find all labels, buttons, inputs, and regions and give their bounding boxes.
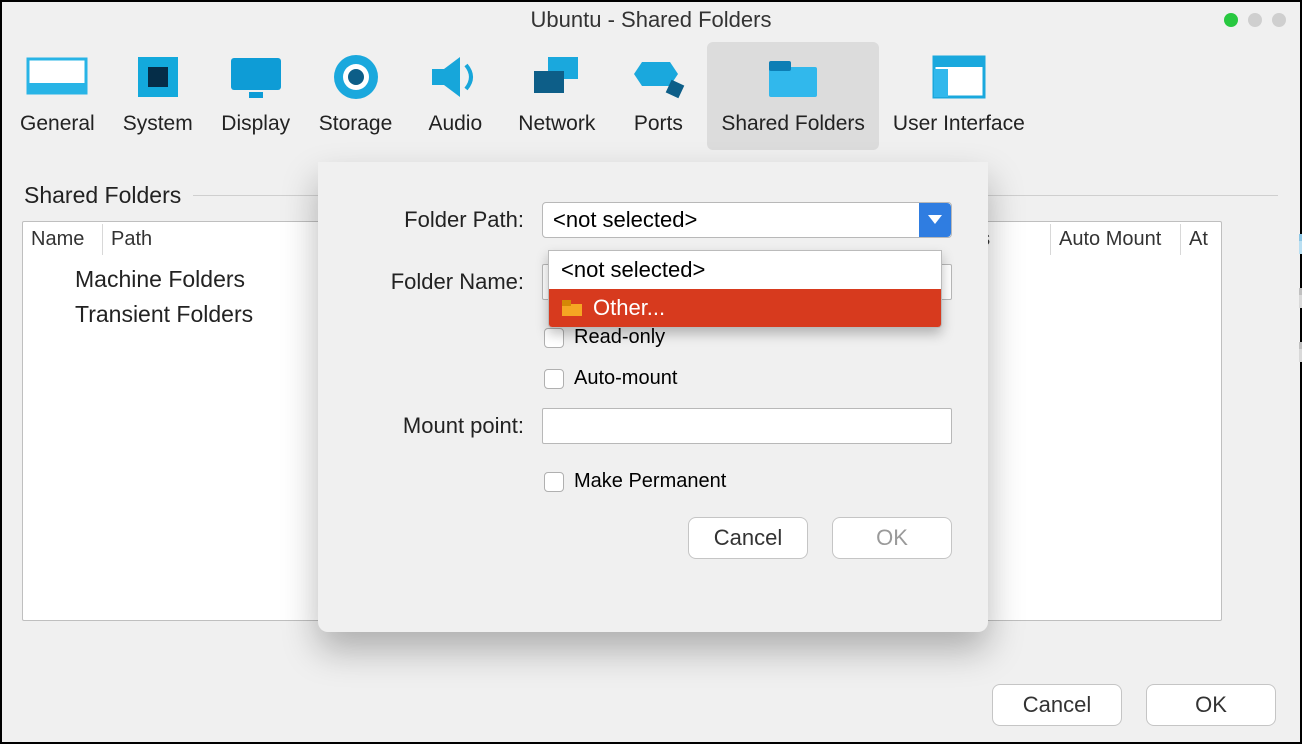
tab-audio[interactable]: Audio xyxy=(406,42,504,150)
tab-audio-label: Audio xyxy=(428,112,482,136)
tab-user-interface[interactable]: User Interface xyxy=(879,42,1039,150)
settings-toolbar: General System Display Storage Audio Net… xyxy=(2,38,1300,150)
label-read-only: Read-only xyxy=(574,326,665,349)
label-auto-mount: Auto-mount xyxy=(574,367,677,390)
main-button-row: Cancel OK xyxy=(992,684,1276,726)
option-not-selected-label: <not selected> xyxy=(561,257,705,283)
folder-icon xyxy=(561,299,583,317)
row-auto-mount: Auto-mount xyxy=(544,367,952,390)
label-folder-path: Folder Path: xyxy=(354,207,524,233)
main-ok-button[interactable]: OK xyxy=(1146,684,1276,726)
option-other-label: Other... xyxy=(593,295,665,321)
tab-display[interactable]: Display xyxy=(207,42,305,150)
combo-folder-path-wrap: <not selected> xyxy=(542,202,952,238)
option-not-selected[interactable]: <not selected> xyxy=(549,251,941,289)
tab-shared-folders-label: Shared Folders xyxy=(721,112,865,136)
edit-folder-button[interactable] xyxy=(1294,281,1302,317)
dialog-ok-button[interactable]: OK xyxy=(832,517,952,559)
col-auto-mount[interactable]: Auto Mount xyxy=(1051,224,1181,255)
tab-display-label: Display xyxy=(221,112,290,136)
audio-icon xyxy=(420,48,490,106)
main-cancel-button[interactable]: Cancel xyxy=(992,684,1122,726)
ports-icon xyxy=(623,48,693,106)
traffic-light-grey-1[interactable] xyxy=(1248,13,1262,27)
window-title: Ubuntu - Shared Folders xyxy=(531,7,772,33)
tab-shared-folders[interactable]: Shared Folders xyxy=(707,42,879,150)
add-share-dialog: Folder Path: <not selected> <not selecte… xyxy=(318,162,988,632)
tab-storage[interactable]: Storage xyxy=(305,42,407,150)
label-folder-name: Folder Name: xyxy=(354,269,524,295)
row-make-permanent: Make Permanent xyxy=(544,470,952,493)
network-icon xyxy=(522,48,592,106)
input-mount-point[interactable] xyxy=(542,408,952,444)
row-folder-path: Folder Path: <not selected> xyxy=(354,202,952,238)
row-mount-point: Mount point: xyxy=(354,408,952,444)
col-at[interactable]: At xyxy=(1181,224,1221,255)
display-icon xyxy=(221,48,291,106)
tab-system[interactable]: System xyxy=(109,42,207,150)
dialog-button-row: Cancel OK xyxy=(354,517,952,559)
chevron-down-icon xyxy=(919,203,951,237)
row-read-only: Read-only xyxy=(544,326,952,349)
option-other[interactable]: Other... xyxy=(549,289,941,327)
section-title: Shared Folders xyxy=(24,182,181,209)
checkbox-make-permanent[interactable] xyxy=(544,472,564,492)
tab-ports[interactable]: Ports xyxy=(609,42,707,150)
tab-storage-label: Storage xyxy=(319,112,393,136)
shared-folders-icon xyxy=(758,48,828,106)
dialog-cancel-button[interactable]: Cancel xyxy=(688,517,808,559)
window-controls xyxy=(1224,13,1286,27)
tab-ports-label: Ports xyxy=(634,112,683,136)
combo-selected-value: <not selected> xyxy=(553,207,697,233)
user-interface-icon xyxy=(924,48,994,106)
storage-icon xyxy=(321,48,391,106)
tab-general-label: General xyxy=(20,112,95,136)
tab-general[interactable]: General xyxy=(6,42,109,150)
title-bar: Ubuntu - Shared Folders xyxy=(2,2,1300,38)
system-icon xyxy=(123,48,193,106)
label-mount-point: Mount point: xyxy=(354,413,524,439)
tab-network-label: Network xyxy=(518,112,595,136)
label-make-permanent: Make Permanent xyxy=(574,470,726,493)
tab-system-label: System xyxy=(123,112,193,136)
traffic-light-green[interactable] xyxy=(1224,13,1238,27)
checkbox-auto-mount[interactable] xyxy=(544,369,564,389)
checkbox-read-only[interactable] xyxy=(544,328,564,348)
table-side-actions xyxy=(1294,227,1302,371)
tab-user-interface-label: User Interface xyxy=(893,112,1025,136)
traffic-light-grey-2[interactable] xyxy=(1272,13,1286,27)
combo-folder-path[interactable]: <not selected> xyxy=(542,202,952,238)
add-folder-button[interactable] xyxy=(1294,227,1302,263)
remove-folder-button[interactable] xyxy=(1294,335,1302,371)
general-icon xyxy=(22,48,92,106)
tab-network[interactable]: Network xyxy=(504,42,609,150)
folder-path-dropdown: <not selected> Other... xyxy=(548,250,942,328)
col-name[interactable]: Name xyxy=(23,224,103,255)
